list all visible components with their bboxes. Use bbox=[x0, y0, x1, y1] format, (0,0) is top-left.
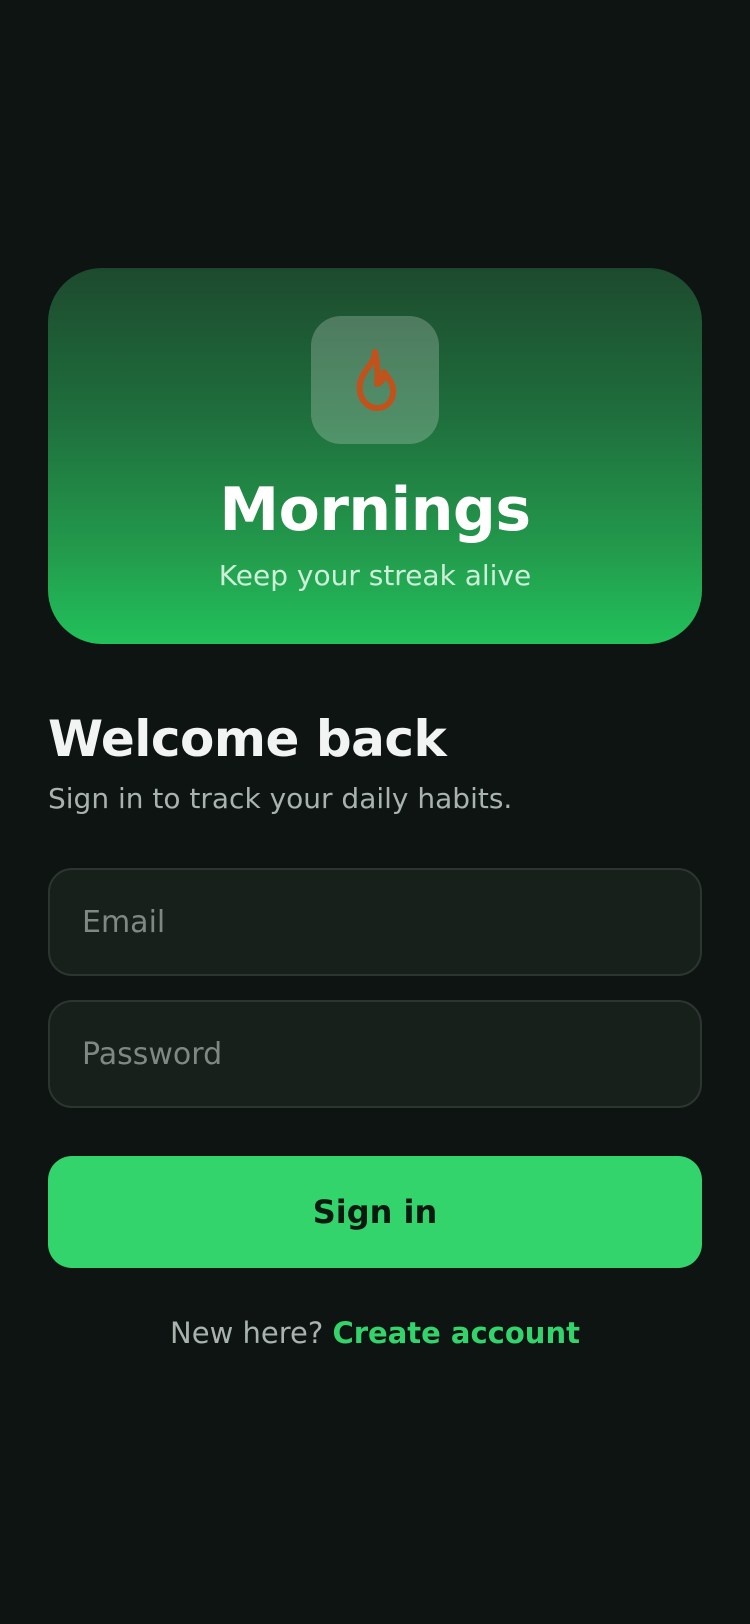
sign-in-screen: Mornings Keep your streak alive Welcome … bbox=[0, 0, 750, 1624]
create-account-link[interactable]: Create account bbox=[332, 1316, 579, 1350]
new-here-text: New here? bbox=[170, 1316, 333, 1350]
flame-icon bbox=[356, 349, 397, 411]
email-field-container bbox=[48, 868, 702, 976]
page-subtitle: Sign in to track your daily habits. bbox=[48, 782, 513, 815]
app-title: Mornings bbox=[219, 475, 531, 545]
hero-banner: Mornings Keep your streak alive bbox=[48, 268, 702, 644]
password-field-container bbox=[48, 1000, 702, 1108]
sign-in-button[interactable]: Sign in bbox=[48, 1156, 702, 1268]
password-field[interactable] bbox=[82, 1036, 668, 1072]
email-field[interactable] bbox=[82, 904, 668, 940]
page-title: Welcome back bbox=[48, 710, 447, 768]
app-icon-tile bbox=[311, 316, 439, 444]
app-tagline: Keep your streak alive bbox=[218, 559, 532, 592]
create-account-prompt: New here? Create account bbox=[0, 1316, 750, 1351]
